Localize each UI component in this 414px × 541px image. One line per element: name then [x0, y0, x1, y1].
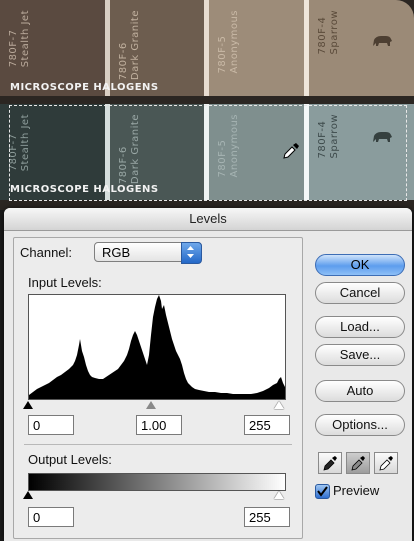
output-white-point-handle[interactable] — [274, 491, 284, 499]
input-levels-slider[interactable] — [22, 400, 292, 412]
cancel-button[interactable]: Cancel — [315, 282, 405, 304]
levels-dialog: Levels Channel: RGB Input Levels: 0 1.00… — [4, 208, 412, 541]
paint-chip-label: 780F-5 Anonymous — [217, 10, 240, 74]
selection-marquee[interactable] — [9, 105, 407, 201]
gray-eyedropper-button[interactable] — [346, 452, 370, 474]
channel-label: Channel: — [20, 245, 73, 260]
output-white-field[interactable]: 255 — [244, 507, 290, 527]
channel-select[interactable]: RGB — [94, 242, 202, 264]
output-black-field[interactable]: 0 — [28, 507, 74, 527]
section-divider — [24, 444, 292, 445]
bear-logo-icon — [373, 36, 392, 46]
histogram-graph — [29, 295, 285, 399]
load-button[interactable]: Load... — [315, 316, 405, 338]
paint-chip-label: 780F-6 Dark Granite — [118, 10, 141, 81]
paint-chip-label: 780F-4 Sparrow — [317, 10, 340, 55]
save-button[interactable]: Save... — [315, 344, 405, 366]
input-black-field[interactable]: 0 — [28, 415, 74, 435]
paint-chip-photo: 780F-7 Stealth Jet 780F-6 Dark Granite 7… — [0, 0, 414, 210]
ok-button[interactable]: OK — [315, 254, 405, 276]
input-white-point-handle[interactable] — [274, 401, 284, 409]
input-gamma-handle[interactable] — [146, 401, 156, 409]
dialog-title: Levels — [4, 208, 412, 231]
auto-button[interactable]: Auto — [315, 380, 405, 402]
paint-chip: 780F-5 Anonymous — [209, 0, 304, 96]
options-button[interactable]: Options... — [315, 414, 405, 436]
output-levels-label: Output Levels: — [28, 452, 112, 467]
paint-chip: 780F-4 Sparrow — [309, 0, 414, 96]
channel-select-value: RGB — [102, 245, 131, 260]
eyedropper-cursor-icon — [283, 143, 299, 159]
gray-eyedropper-icon — [351, 456, 365, 471]
paint-chip-strip-original: 780F-7 Stealth Jet 780F-6 Dark Granite 7… — [0, 0, 414, 96]
white-eyedropper-icon — [379, 456, 393, 471]
black-eyedropper-button[interactable] — [318, 452, 342, 474]
checkmark-icon — [317, 486, 328, 497]
input-levels-label: Input Levels: — [28, 275, 102, 290]
input-black-point-handle[interactable] — [23, 401, 33, 409]
output-black-point-handle[interactable] — [23, 491, 33, 499]
output-levels-slider[interactable] — [22, 491, 292, 503]
histogram — [28, 294, 286, 400]
levels-panel: Channel: RGB Input Levels: 0 1.00 255 Ou… — [13, 237, 303, 539]
input-gamma-field[interactable]: 1.00 — [136, 415, 182, 435]
preview-checkbox[interactable] — [315, 484, 330, 499]
caption-text-top: MICROSCOPE HALOGENS — [10, 82, 159, 93]
preview-label[interactable]: Preview — [333, 483, 379, 498]
select-arrows-icon — [181, 242, 202, 264]
paint-chip-label: 780F-7 Stealth Jet — [8, 10, 31, 68]
black-eyedropper-icon — [323, 456, 337, 471]
white-eyedropper-button[interactable] — [374, 452, 398, 474]
output-gradient-bar — [28, 473, 286, 491]
input-white-field[interactable]: 255 — [244, 415, 290, 435]
